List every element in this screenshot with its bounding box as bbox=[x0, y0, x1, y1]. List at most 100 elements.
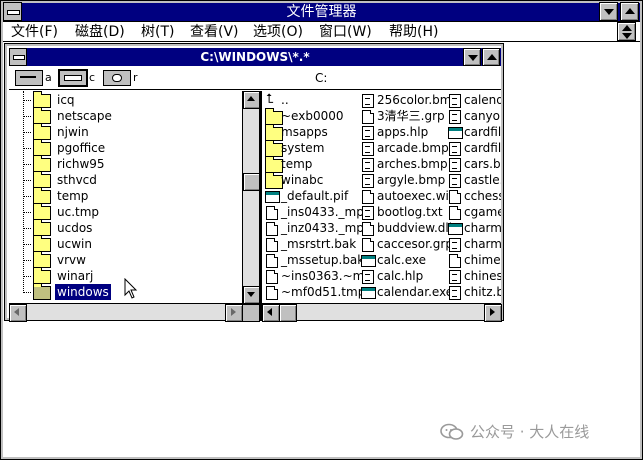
folder-icon bbox=[33, 171, 51, 188]
arrow-down-icon bbox=[247, 292, 255, 297]
tree-scroll-right-button[interactable] bbox=[225, 304, 243, 322]
file-name: cars.bmp bbox=[464, 157, 501, 171]
text-doc-icon bbox=[362, 158, 374, 172]
tree-connector bbox=[23, 91, 25, 291]
document-icon bbox=[266, 222, 278, 236]
tree-item-label: uc.tmp bbox=[57, 205, 100, 219]
document-icon bbox=[362, 110, 374, 124]
drive-letter: c bbox=[89, 71, 96, 84]
menu-help[interactable]: 帮助(H) bbox=[389, 23, 438, 41]
menu-disk[interactable]: 磁盘(D) bbox=[75, 23, 125, 41]
file-name: ~mf0d51.tmp bbox=[281, 285, 366, 299]
file-name: cgamesg bbox=[464, 205, 501, 219]
tree-scroll-left-button[interactable] bbox=[9, 304, 27, 322]
text-doc-icon bbox=[449, 174, 461, 188]
file-name: 3清华三.grp bbox=[377, 109, 445, 123]
file-name: autoexec.win bbox=[377, 189, 457, 203]
file-name: _default.pif bbox=[281, 189, 349, 203]
arrow-right-icon bbox=[231, 308, 236, 316]
file-name: .. bbox=[281, 93, 289, 107]
tree-item-label: netscape bbox=[57, 109, 112, 123]
text-doc-icon bbox=[362, 270, 374, 284]
directory-title-bar[interactable]: C:\WINDOWS\*.* bbox=[9, 48, 501, 66]
cdrom-drive-icon bbox=[103, 70, 131, 86]
file-scroll-left-button[interactable] bbox=[262, 304, 280, 322]
program-icon bbox=[361, 287, 376, 299]
folder-icon bbox=[33, 203, 51, 220]
maximize-icon bbox=[625, 8, 635, 14]
menu-tree[interactable]: 树(T) bbox=[141, 23, 174, 41]
tree-horizontal-scrollbar[interactable] bbox=[9, 303, 260, 322]
file-column-3: calendar canyon.m cardfile.e cardfile.h … bbox=[447, 91, 501, 301]
file-name: arcade.bmp bbox=[377, 141, 449, 155]
menu-file[interactable]: 文件(F) bbox=[11, 23, 58, 41]
file-name: calendar bbox=[464, 93, 501, 107]
main-title-bar[interactable]: 文件管理器 bbox=[3, 2, 640, 22]
folder-icon bbox=[33, 187, 51, 204]
text-doc-icon bbox=[362, 94, 374, 108]
menu-options[interactable]: 选项(O) bbox=[253, 23, 303, 41]
file-horizontal-scrollbar[interactable] bbox=[262, 303, 502, 322]
minimize-icon bbox=[604, 9, 614, 15]
scroll-corner bbox=[242, 304, 260, 322]
folder-icon bbox=[33, 107, 51, 124]
document-icon bbox=[266, 270, 278, 284]
file-name: system bbox=[281, 141, 325, 155]
document-icon bbox=[362, 222, 374, 236]
file-name: argyle.bmp bbox=[377, 173, 446, 187]
document-icon bbox=[266, 238, 278, 252]
file-name: calc.hlp bbox=[377, 269, 424, 283]
text-doc-icon bbox=[449, 286, 461, 300]
minimize-icon bbox=[468, 55, 478, 61]
file-name: charmap bbox=[464, 237, 501, 251]
file-name: calc.exe bbox=[377, 253, 426, 267]
tree-item-label: sthvcd bbox=[57, 173, 97, 187]
file-name: ~exb0000 bbox=[281, 109, 344, 123]
directory-minimize-button[interactable] bbox=[463, 48, 481, 66]
text-doc-icon bbox=[449, 238, 461, 252]
file-name: chinese. bbox=[464, 269, 501, 283]
folder-icon bbox=[33, 139, 51, 156]
file-list[interactable]: ⮤.. ~exb0000 msapps system temp winabc _… bbox=[262, 91, 502, 322]
arrow-up-icon bbox=[247, 96, 255, 101]
drive-letter: r bbox=[133, 71, 138, 84]
tree-item-label: vrvw bbox=[57, 253, 86, 267]
text-doc-icon bbox=[362, 126, 374, 140]
up-arrow-icon: ⮤ bbox=[266, 92, 274, 107]
file-name: apps.hlp bbox=[377, 125, 429, 139]
document-icon bbox=[266, 206, 278, 220]
file-scroll-thumb[interactable] bbox=[279, 304, 297, 322]
folder-icon bbox=[33, 235, 51, 252]
current-drive-label: C: bbox=[315, 71, 328, 85]
floppy-drive-icon bbox=[15, 70, 43, 86]
tree-item-label: pgoffice bbox=[57, 141, 106, 155]
file-scroll-right-button[interactable] bbox=[484, 304, 502, 322]
child-restore-button[interactable] bbox=[617, 22, 636, 41]
folder-icon bbox=[33, 91, 51, 108]
program-icon bbox=[361, 255, 376, 267]
document-icon bbox=[362, 190, 374, 204]
watermark-text: 公众号 · 大人在线 bbox=[470, 423, 590, 441]
directory-maximize-button[interactable] bbox=[482, 48, 500, 66]
folder-icon bbox=[33, 251, 51, 268]
tree-item-label: winarj bbox=[57, 269, 94, 283]
folder-icon bbox=[33, 267, 51, 284]
file-name: buddview.dll bbox=[377, 221, 453, 235]
menu-window[interactable]: 窗口(W) bbox=[319, 23, 372, 41]
tree-item-label: temp bbox=[57, 189, 89, 203]
file-name: _mssetup.bak bbox=[281, 253, 365, 267]
document-icon bbox=[449, 190, 461, 204]
menu-view[interactable]: 查看(V) bbox=[190, 23, 239, 41]
restore-down-icon bbox=[622, 33, 632, 39]
text-doc-icon bbox=[449, 158, 461, 172]
file-name: msapps bbox=[281, 125, 328, 139]
folder-icon bbox=[33, 123, 51, 140]
tree-item-label: njwin bbox=[57, 125, 89, 139]
maximize-button[interactable] bbox=[620, 2, 639, 21]
file-name: _inz0433._mp bbox=[281, 221, 364, 235]
restore-up-icon bbox=[622, 25, 632, 31]
document-icon bbox=[266, 254, 278, 268]
tree-vertical-scrollbar[interactable] bbox=[242, 91, 261, 304]
minimize-button[interactable] bbox=[599, 2, 618, 21]
file-name: _ins0433._mp bbox=[281, 205, 364, 219]
